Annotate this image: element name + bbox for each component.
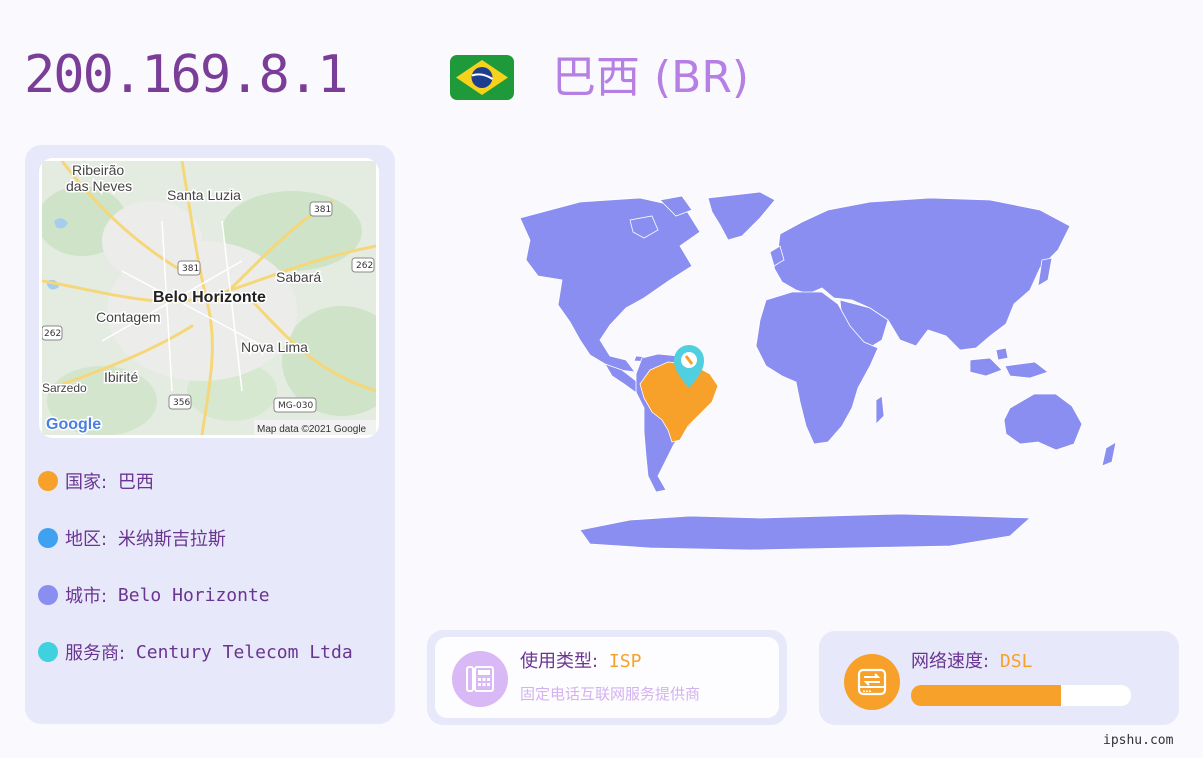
label-santa-luzia: Santa Luzia bbox=[167, 187, 241, 203]
brazil-flag-icon bbox=[450, 55, 514, 100]
north-america-shape bbox=[519, 197, 701, 373]
info-country: 国家: 巴西 bbox=[38, 468, 154, 494]
usage-type-card: 使用类型: ISP 固定电话互联网服务提供商 bbox=[427, 630, 787, 725]
world-map bbox=[519, 191, 1117, 551]
country-value: 巴西 bbox=[117, 472, 154, 493]
road-262-a: 262 bbox=[356, 261, 373, 271]
country-dot-icon bbox=[38, 471, 58, 491]
label-ribeirao: Ribeirão bbox=[72, 162, 124, 178]
usage-type-label: 使用类型: bbox=[520, 651, 599, 672]
local-map[interactable]: 381 381 262 262 356 MG-030 Ribeirão das … bbox=[39, 158, 379, 438]
fax-phone-icon bbox=[452, 651, 508, 707]
location-panel: 381 381 262 262 356 MG-030 Ribeirão das … bbox=[25, 145, 395, 724]
region-label: 地区: bbox=[65, 529, 108, 550]
network-speed-label: 网络速度: bbox=[911, 651, 990, 672]
ip-address: 200.169.8.1 bbox=[24, 45, 348, 105]
label-nova-lima: Nova Lima bbox=[241, 339, 308, 355]
country-title: 巴西 (BR) bbox=[552, 52, 750, 103]
label-belo-horizonte: Belo Horizonte bbox=[153, 289, 266, 306]
city-dot-icon bbox=[38, 585, 58, 605]
road-381-a: 381 bbox=[314, 205, 331, 215]
greenland-shape bbox=[707, 191, 776, 241]
label-sarzedo: Sarzedo bbox=[42, 381, 87, 395]
google-logo: Google bbox=[46, 416, 101, 433]
network-speed-title: 网络速度: DSL bbox=[911, 650, 1032, 674]
network-speed-card: 网络速度: DSL bbox=[819, 631, 1179, 725]
australia-shape bbox=[1003, 393, 1083, 451]
road-356: 356 bbox=[173, 398, 190, 408]
network-speed-bar bbox=[911, 685, 1131, 706]
info-city: 城市: Belo Horizonte bbox=[38, 582, 270, 608]
hard-drive-transfer-icon bbox=[844, 654, 900, 710]
site-footer[interactable]: ipshu.com bbox=[1103, 733, 1173, 748]
map-attribution[interactable]: Map data ©2021 Google bbox=[257, 424, 367, 435]
network-speed-value: DSL bbox=[999, 651, 1033, 672]
road-mg030: MG-030 bbox=[278, 401, 313, 411]
local-map-image: 381 381 262 262 356 MG-030 Ribeirão das … bbox=[42, 161, 376, 435]
label-sabara: Sabará bbox=[276, 269, 321, 285]
road-381-b: 381 bbox=[182, 264, 199, 274]
label-das-neves: das Neves bbox=[66, 178, 132, 194]
isp-label: 服务商: bbox=[65, 643, 126, 664]
usage-type-value: ISP bbox=[608, 651, 642, 672]
region-value: 米纳斯吉拉斯 bbox=[117, 529, 226, 550]
info-region: 地区: 米纳斯吉拉斯 bbox=[38, 525, 226, 551]
usage-type-title: 使用类型: ISP bbox=[520, 650, 641, 674]
usage-type-description: 固定电话互联网服务提供商 bbox=[520, 685, 701, 703]
isp-value: Century Telecom Ltda bbox=[135, 641, 353, 663]
network-speed-fill bbox=[911, 685, 1061, 706]
road-262-b: 262 bbox=[44, 329, 61, 339]
country-label: 国家: bbox=[65, 472, 108, 493]
antarctica-shape bbox=[579, 513, 1032, 551]
label-contagem: Contagem bbox=[96, 309, 161, 325]
region-dot-icon bbox=[38, 528, 58, 548]
city-label: 城市: bbox=[65, 586, 108, 607]
label-ibirite: Ibirité bbox=[104, 369, 138, 385]
info-isp: 服务商: Century Telecom Ltda bbox=[38, 639, 353, 665]
city-value: Belo Horizonte bbox=[117, 584, 270, 606]
isp-dot-icon bbox=[38, 642, 58, 662]
